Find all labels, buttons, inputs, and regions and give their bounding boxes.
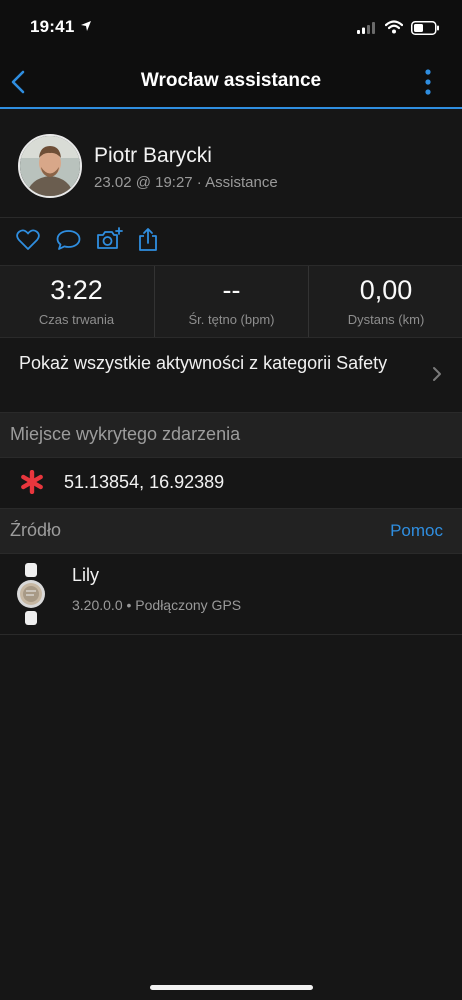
- incident-coordinates: 51.13854, 16.92389: [64, 472, 225, 492]
- section-title: Źródło: [10, 520, 62, 540]
- incident-location-header: Miejsce wykrytego zdarzenia: [0, 413, 462, 458]
- stat-label: Śr. tętno (bpm): [188, 312, 275, 327]
- battery-icon: [411, 21, 439, 35]
- location-arrow-icon: [81, 21, 91, 31]
- show-all-safety-activities[interactable]: Pokaż wszystkie aktywności z kategorii S…: [0, 338, 462, 413]
- activity-stats: 3:22 Czas trwania -- Śr. tętno (bpm) 0,0…: [0, 266, 462, 338]
- status-time: 19:41: [30, 17, 75, 36]
- watch-icon: [17, 563, 45, 625]
- nav-bar: Wrocław assistance: [0, 56, 462, 109]
- owner-name[interactable]: Piotr Barycki: [94, 144, 212, 168]
- page-title: Wrocław assistance: [140, 70, 322, 91]
- stat-label: Czas trwania: [38, 312, 115, 327]
- device-meta: 3.20.0.0 • Podłączony GPS: [72, 597, 242, 613]
- camera-add-icon[interactable]: [96, 227, 124, 251]
- section-title: Miejsce wykrytego zdarzenia: [10, 424, 241, 444]
- share-icon[interactable]: [138, 227, 158, 252]
- incident-location[interactable]: 51.13854, 16.92389: [0, 458, 462, 509]
- status-bar: 19:41: [0, 0, 462, 56]
- wifi-icon: [385, 20, 403, 34]
- stat-label: Dystans (km): [347, 312, 425, 327]
- help-link[interactable]: Pomoc: [390, 521, 443, 541]
- heart-icon[interactable]: [16, 229, 40, 251]
- action-bar: [0, 218, 462, 266]
- home-indicator[interactable]: [150, 985, 313, 990]
- stat-value: --: [222, 275, 241, 305]
- avatar-photo: [20, 136, 80, 196]
- stat-value: 3:22: [50, 275, 103, 305]
- source-header: Źródło Pomoc: [0, 509, 462, 554]
- activity-meta: 23.02 @ 19:27 · Assistance: [94, 174, 278, 191]
- stat-value: 0,00: [359, 275, 413, 305]
- stat-distance: 0,00 Dystans (km): [308, 266, 462, 337]
- stat-duration: 3:22 Czas trwania: [0, 266, 153, 337]
- stat-avg-heart-rate: -- Śr. tętno (bpm): [154, 266, 308, 337]
- source-device[interactable]: Lily 3.20.0.0 • Podłączony GPS: [0, 553, 462, 635]
- cellular-signal-icon: [357, 22, 375, 34]
- avatar[interactable]: [18, 134, 82, 198]
- chevron-right-icon: [433, 367, 441, 381]
- show-all-label: Pokaż wszystkie aktywności z kategorii S…: [19, 353, 388, 373]
- activity-owner: Piotr Barycki 23.02 @ 19:27 · Assistance: [0, 109, 462, 218]
- device-name: Lily: [72, 565, 100, 585]
- more-options-icon[interactable]: [420, 68, 436, 96]
- incident-asterisk-icon: [21, 470, 43, 494]
- comment-icon[interactable]: [56, 229, 81, 251]
